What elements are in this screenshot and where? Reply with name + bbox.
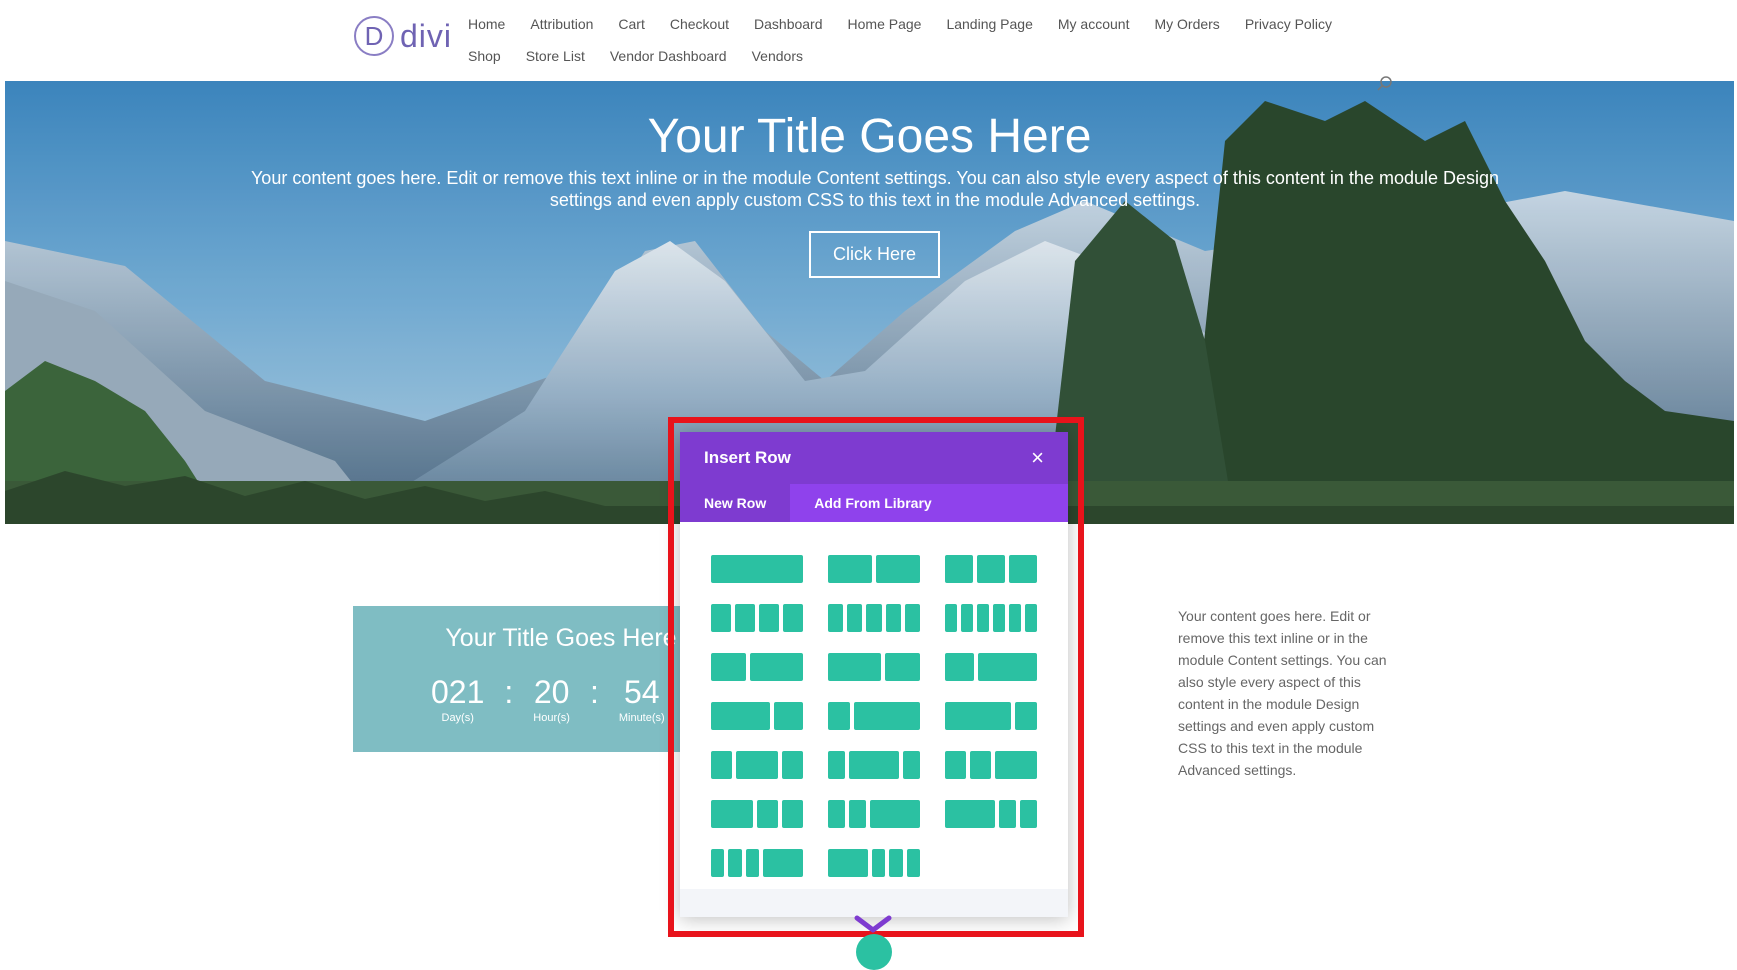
logo-text: divi — [400, 17, 453, 54]
nav-my-orders[interactable]: My Orders — [1154, 8, 1219, 40]
nav-vendors[interactable]: Vendors — [752, 40, 803, 72]
countdown-timer-module: Your Title Goes Here 021 Day(s) : 20 Hou… — [353, 606, 681, 752]
chevron-down-icon[interactable] — [853, 915, 893, 935]
countdown-days-label: Day(s) — [441, 712, 474, 724]
main-nav: Home Attribution Cart Checkout Dashboard… — [468, 8, 1388, 72]
side-text-module: Your content goes here. Edit or remove t… — [1178, 608, 1387, 778]
countdown-minutes: 54 Minute(s) — [619, 674, 665, 724]
nav-shop[interactable]: Shop — [468, 40, 501, 72]
countdown-minutes-label: Minute(s) — [618, 712, 665, 724]
countdown-days: 021 Day(s) — [431, 674, 484, 724]
countdown-hours-label: Hour(s) — [533, 712, 570, 724]
countdown-hours-value: 20 — [533, 674, 570, 710]
divi-logo[interactable]: D divi — [354, 16, 452, 56]
logo-letter: D — [354, 16, 394, 56]
nav-home-page[interactable]: Home Page — [848, 8, 922, 40]
add-section-button[interactable] — [856, 934, 892, 970]
nav-cart[interactable]: Cart — [618, 8, 644, 40]
nav-store-list[interactable]: Store List — [526, 40, 585, 72]
nav-attribution[interactable]: Attribution — [530, 8, 593, 40]
nav-vendor-dashboard[interactable]: Vendor Dashboard — [610, 40, 727, 72]
site-header: D divi Home Attribution Cart Checkout Da… — [0, 0, 1737, 81]
search-icon[interactable] — [1376, 75, 1394, 93]
nav-home[interactable]: Home — [468, 8, 505, 40]
hero-title: Your Title Goes Here — [647, 110, 1092, 163]
nav-checkout[interactable]: Checkout — [670, 8, 729, 40]
countdown-minutes-value: 54 — [623, 674, 660, 710]
hero-cta-button[interactable]: Click Here — [809, 231, 940, 278]
nav-my-account[interactable]: My account — [1058, 8, 1130, 40]
countdown-separator: : — [589, 674, 599, 710]
countdown-title: Your Title Goes Here — [445, 624, 677, 652]
nav-privacy-policy[interactable]: Privacy Policy — [1245, 8, 1332, 40]
red-highlight-box — [668, 417, 1084, 937]
hero-body-text: Your content goes here. Edit or remove t… — [250, 168, 1500, 210]
countdown-hours: 20 Hour(s) — [533, 674, 570, 724]
nav-dashboard[interactable]: Dashboard — [754, 8, 823, 40]
countdown-values: 021 Day(s) : 20 Hour(s) : 54 Minute(s) — [431, 674, 665, 724]
countdown-days-value: 021 — [431, 674, 485, 710]
nav-landing-page[interactable]: Landing Page — [946, 8, 1032, 40]
countdown-separator: : — [504, 674, 514, 710]
